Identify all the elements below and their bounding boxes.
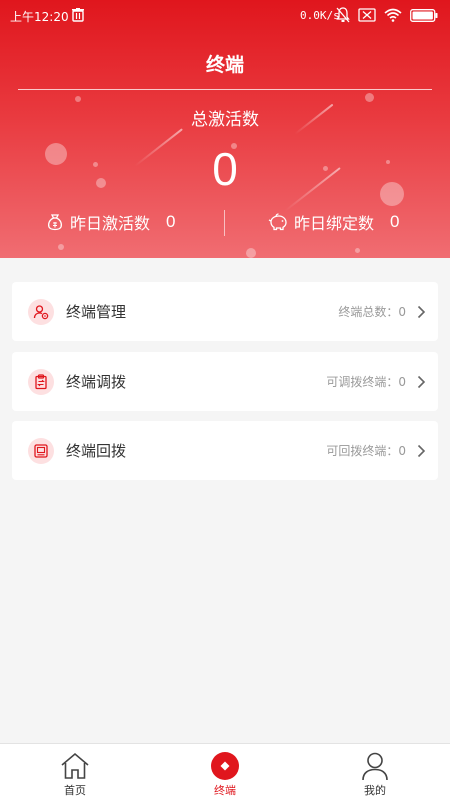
piggy-bank-icon [268, 213, 287, 231]
tab-label: 首页 [64, 784, 86, 797]
user-gear-icon [28, 298, 54, 325]
tab-label: 我的 [364, 784, 386, 797]
menu-item-terminal-management[interactable]: 终端管理 终端总数：0 [12, 282, 438, 341]
menu-item-terminal-return[interactable]: 终端回拨 可回拨终端：0 [12, 421, 438, 480]
net-speed: 0.0K/s [300, 9, 340, 22]
wifi-icon [384, 8, 402, 22]
page-title: 终端 [205, 54, 244, 76]
menu-item-title: 终端调拨 [66, 373, 127, 391]
terminal-icon [209, 750, 241, 782]
tab-label: 终端 [214, 784, 236, 797]
terminal-page: 上午12:20 0.0K/s 终端 总激活数 0 昨日激活数 0 昨日绑定数 0… [0, 0, 450, 800]
sim-missing-icon [358, 8, 376, 22]
menu-item-title: 终端管理 [66, 303, 127, 321]
menu-item-terminal-transfer[interactable]: 终端调拨 可调拨终端：0 [12, 352, 438, 411]
yesterday-bindings-value: 0 [390, 212, 400, 231]
total-activations-label: 总激活数 [191, 110, 259, 130]
menu-item-meta: 终端总数：0 [338, 305, 406, 319]
chevron-right-icon [417, 444, 426, 457]
status-time: 上午12:20 [10, 10, 69, 24]
decor-bubble [365, 93, 374, 102]
bell-muted-icon [336, 7, 350, 23]
tab-home[interactable]: 首页 [0, 744, 150, 800]
home-icon [59, 750, 91, 782]
chevron-right-icon [417, 305, 426, 318]
tab-terminal[interactable]: 终端 [150, 744, 300, 800]
total-activations-value: 0 [212, 143, 238, 195]
status-icons [336, 7, 438, 23]
person-icon [359, 750, 391, 782]
decor-bubble [58, 244, 64, 250]
money-bag-icon [47, 214, 63, 231]
decor-bubble [355, 248, 360, 253]
bottom-tab-bar: 首页 终端 我的 [0, 743, 450, 800]
monitor-icon [28, 437, 54, 464]
header-divider [18, 89, 432, 90]
stat-divider [224, 210, 225, 236]
hero-header: 上午12:20 0.0K/s 终端 总激活数 0 昨日激活数 0 昨日绑定数 0 [0, 0, 450, 258]
menu-item-title: 终端回拨 [66, 442, 127, 460]
chevron-right-icon [417, 375, 426, 388]
yesterday-activations-label: 昨日激活数 [70, 214, 151, 233]
status-bar: 上午12:20 0.0K/s [0, 0, 450, 32]
decor-bubble [246, 248, 256, 258]
yesterday-bindings-label: 昨日绑定数 [294, 214, 375, 233]
menu-item-meta: 可调拨终端：0 [326, 375, 406, 389]
battery-icon [410, 8, 438, 22]
trash-icon [72, 8, 84, 22]
yesterday-bindings: 昨日绑定数 0 [268, 210, 399, 234]
yesterday-activations: 昨日激活数 0 [46, 210, 175, 234]
tab-mine[interactable]: 我的 [300, 744, 450, 800]
menu-item-meta: 可回拨终端：0 [326, 444, 406, 458]
decor-bubble [75, 96, 81, 102]
clipboard-icon [28, 368, 54, 395]
yesterday-activations-value: 0 [166, 212, 176, 231]
